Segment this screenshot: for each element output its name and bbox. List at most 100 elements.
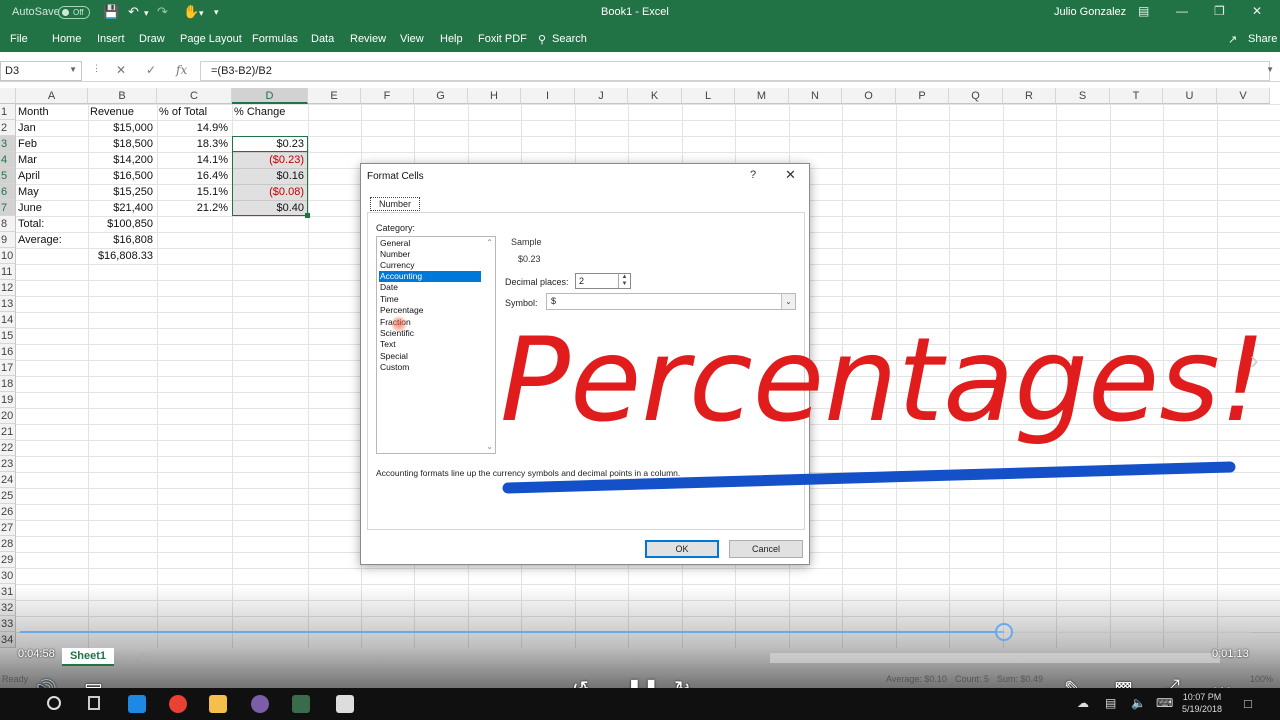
row-header[interactable]: 8 (0, 216, 16, 232)
task-view-icon[interactable] (88, 696, 100, 710)
cell-c2[interactable]: 14.9% (157, 120, 232, 136)
column-header[interactable]: L (682, 88, 735, 104)
row-header[interactable]: 6 (0, 184, 16, 200)
column-header[interactable]: P (896, 88, 949, 104)
cell-b9[interactable]: $16,808 (88, 232, 157, 248)
category-list[interactable]: ⌃ General Number Currency Accounting Dat… (376, 236, 496, 454)
network-icon[interactable]: ▤ (1105, 696, 1116, 710)
chevron-down-icon[interactable]: ▼ (69, 65, 77, 74)
column-header[interactable]: B (88, 88, 157, 104)
speaker-icon[interactable]: 🔈 (1131, 696, 1146, 710)
category-special[interactable]: Special (379, 351, 481, 362)
column-header[interactable]: N (789, 88, 842, 104)
column-header[interactable]: E (308, 88, 361, 104)
cell-b8[interactable]: $100,850 (88, 216, 157, 232)
cell-c4[interactable]: 14.1% (157, 152, 232, 168)
row-header[interactable]: 18 (0, 376, 16, 392)
cell-b2[interactable]: $15,000 (88, 120, 157, 136)
close-icon[interactable]: ✕ (785, 167, 796, 183)
cell-a8[interactable]: Total: (16, 216, 88, 232)
category-number[interactable]: Number (379, 249, 481, 260)
tab-view[interactable]: View (400, 33, 424, 45)
insert-function-icon[interactable]: fx (176, 63, 187, 77)
app-icon[interactable] (251, 695, 269, 713)
cell-d3[interactable]: $0.23 (232, 136, 308, 152)
cell-b6[interactable]: $15,250 (88, 184, 157, 200)
share-icon[interactable]: ↗ (1228, 33, 1237, 46)
column-header[interactable]: V (1217, 88, 1270, 104)
tab-home[interactable]: Home (52, 33, 81, 45)
cell-a5[interactable]: April (16, 168, 88, 184)
row-header[interactable]: 4 (0, 152, 16, 168)
row-header[interactable]: 12 (0, 280, 16, 296)
cell-c7[interactable]: 21.2% (157, 200, 232, 216)
cell-b5[interactable]: $16,500 (88, 168, 157, 184)
row-header[interactable]: 28 (0, 536, 16, 552)
document-app-icon[interactable] (336, 695, 354, 713)
undo-dropdown-icon[interactable]: ▾ (144, 8, 149, 19)
tab-foxit-pdf[interactable]: Foxit PDF (478, 33, 527, 45)
row-header[interactable]: 20 (0, 408, 16, 424)
cell-b3[interactable]: $18,500 (88, 136, 157, 152)
row-header[interactable]: 29 (0, 552, 16, 568)
row-header[interactable]: 15 (0, 328, 16, 344)
row-header[interactable]: 16 (0, 344, 16, 360)
ok-button[interactable]: OK (645, 540, 719, 558)
keyboard-icon[interactable]: ⌨ (1156, 696, 1173, 710)
ribbon-display-icon[interactable]: ▤ (1138, 4, 1149, 18)
cortana-icon[interactable] (47, 696, 61, 710)
category-custom[interactable]: Custom (379, 362, 481, 373)
file-explorer-icon[interactable] (209, 695, 227, 713)
category-currency[interactable]: Currency (379, 260, 481, 271)
row-header[interactable]: 22 (0, 440, 16, 456)
row-header[interactable]: 9 (0, 232, 16, 248)
minimize-icon[interactable]: — (1176, 4, 1188, 18)
column-header[interactable]: U (1163, 88, 1217, 104)
notifications-icon[interactable]: □ (1244, 696, 1252, 711)
column-header[interactable]: F (361, 88, 414, 104)
customize-toolbar-icon[interactable]: ▾ (214, 7, 219, 18)
category-date[interactable]: Date (379, 282, 481, 293)
cell-d5[interactable]: $0.16 (232, 168, 308, 184)
restore-icon[interactable]: ❐ (1214, 4, 1225, 18)
tell-me-search[interactable]: Search (552, 33, 587, 45)
row-header[interactable]: 24 (0, 472, 16, 488)
row-header[interactable]: 10 (0, 248, 16, 264)
row-header[interactable]: 3 (0, 136, 16, 152)
zoom-level[interactable]: 100% (1250, 674, 1273, 684)
row-header[interactable]: 17 (0, 360, 16, 376)
category-general[interactable]: General (379, 238, 481, 249)
next-video-icon[interactable]: › (1250, 345, 1259, 376)
row-header[interactable]: 27 (0, 520, 16, 536)
row-header[interactable]: 11 (0, 264, 16, 280)
category-percentage[interactable]: Percentage (379, 305, 481, 316)
cell-c3[interactable]: 18.3% (157, 136, 232, 152)
cell-b1[interactable]: Revenue (88, 104, 157, 120)
row-header[interactable]: 19 (0, 392, 16, 408)
horizontal-scrollbar[interactable] (770, 653, 1220, 663)
user-name[interactable]: Julio Gonzalez (1054, 6, 1126, 18)
column-header[interactable]: J (575, 88, 628, 104)
progress-scrubber[interactable] (995, 623, 1013, 641)
help-icon[interactable]: ? (750, 169, 756, 181)
column-header[interactable]: S (1056, 88, 1110, 104)
column-header[interactable]: G (414, 88, 468, 104)
cell-d1[interactable]: % Change (232, 104, 308, 120)
row-header[interactable]: 7 (0, 200, 16, 216)
row-header[interactable]: 21 (0, 424, 16, 440)
category-text[interactable]: Text (379, 339, 481, 350)
column-header[interactable]: R (1003, 88, 1056, 104)
tab-page-layout[interactable]: Page Layout (180, 33, 242, 45)
row-header[interactable]: 2 (0, 120, 16, 136)
add-sheet-icon[interactable]: ⊕ (138, 650, 148, 664)
name-box[interactable]: D3 ▼ (0, 61, 82, 81)
column-header[interactable]: H (468, 88, 521, 104)
cell-a2[interactable]: Jan (16, 120, 88, 136)
cancel-button[interactable]: Cancel (729, 540, 803, 558)
cell-b10[interactable]: $16,808.33 (88, 248, 157, 264)
cell-a9[interactable]: Average: (16, 232, 88, 248)
touch-dropdown-icon[interactable]: ▾ (199, 8, 204, 19)
enter-check-icon[interactable]: ✓ (146, 63, 156, 77)
cell-c1[interactable]: % of Total (157, 104, 232, 120)
select-all-corner[interactable] (0, 88, 16, 104)
